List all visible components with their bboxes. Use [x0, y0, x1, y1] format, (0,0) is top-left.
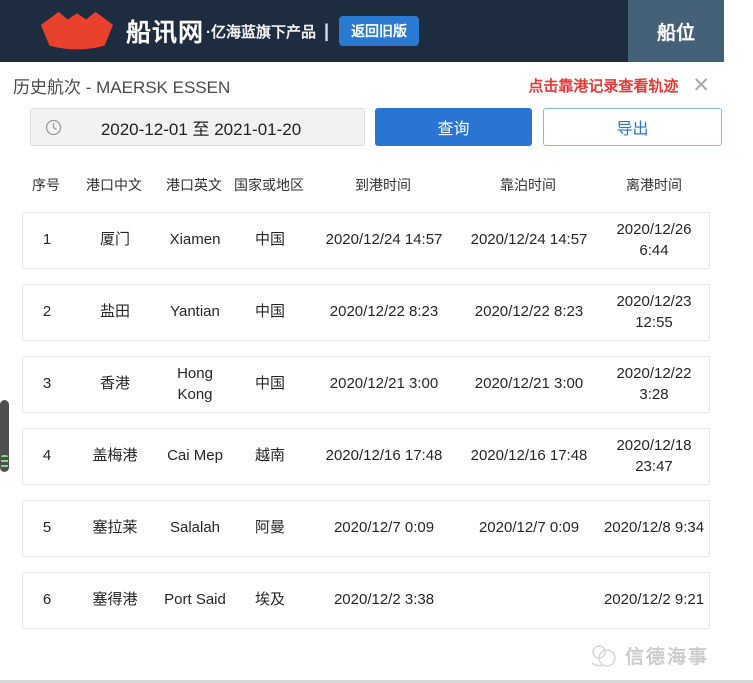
- export-button[interactable]: 导出: [543, 108, 722, 146]
- cell-seq: 6: [23, 584, 71, 616]
- table-row[interactable]: 2 盐田 Yantian 中国 2020/12/22 8:23 2020/12/…: [22, 284, 710, 341]
- app-header: 船讯网 ·亿海蓝旗下产品 | 返回旧版 船位: [0, 0, 724, 62]
- cell-port-en: Yantian: [159, 296, 231, 328]
- cell-seq: 1: [23, 224, 71, 256]
- col-header-berth: 靠泊时间: [458, 175, 598, 195]
- col-header-seq: 序号: [22, 175, 70, 195]
- cell-country: 阿曼: [231, 512, 309, 544]
- cell-arrival: 2020/12/2 3:38: [309, 584, 459, 616]
- cell-port-cn: 塞得港: [71, 584, 159, 616]
- cell-seq: 5: [23, 512, 71, 544]
- table-header-row: 序号 港口中文 港口英文 国家或地区 到港时间 靠泊时间 离港时间: [22, 175, 710, 195]
- date-range-value: 2020-12-01 至 2021-01-20: [62, 115, 364, 140]
- brand-suffix: ·亿海蓝旗下产品: [206, 21, 316, 42]
- voyage-table-body: 1 厦门 Xiamen 中国 2020/12/24 14:57 2020/12/…: [22, 212, 710, 629]
- cell-port-en: Salalah: [159, 512, 231, 544]
- cell-port-en: Cai Mep: [159, 440, 231, 472]
- drag-handle-stripes: [1, 455, 8, 468]
- cell-arrival: 2020/12/7 0:09: [309, 512, 459, 544]
- clock-icon: [45, 119, 62, 136]
- watermark-logo-icon: [589, 643, 619, 669]
- cell-berth: [459, 595, 599, 607]
- brand-divider: |: [324, 21, 329, 42]
- brand-name: 船讯网: [126, 13, 204, 49]
- cell-departure: 2020/12/22 3:28: [599, 358, 709, 411]
- cell-berth: 2020/12/21 3:00: [459, 368, 599, 400]
- cell-port-cn: 香港: [71, 368, 159, 400]
- table-row[interactable]: 4 盖梅港 Cai Mep 越南 2020/12/16 17:48 2020/1…: [22, 428, 710, 485]
- col-header-departure: 离港时间: [598, 175, 710, 195]
- panel-title-row: 历史航次 - MAERSK ESSEN 点击靠港记录查看轨迹 ✕: [0, 70, 724, 100]
- cell-arrival: 2020/12/24 14:57: [309, 224, 459, 256]
- cell-berth: 2020/12/7 0:09: [459, 512, 599, 544]
- cell-arrival: 2020/12/16 17:48: [309, 440, 459, 472]
- query-controls: 2020-12-01 至 2021-01-20 查询 导出: [0, 108, 724, 146]
- cell-seq: 4: [23, 440, 71, 472]
- table-row[interactable]: 3 香港 Hong Kong 中国 2020/12/21 3:00 2020/1…: [22, 356, 710, 413]
- cell-country: 中国: [231, 296, 309, 328]
- cell-departure: 2020/12/8 9:34: [599, 512, 709, 544]
- table-row[interactable]: 5 塞拉莱 Salalah 阿曼 2020/12/7 0:09 2020/12/…: [22, 500, 710, 557]
- cell-port-cn: 厦门: [71, 224, 159, 256]
- date-range-input[interactable]: 2020-12-01 至 2021-01-20: [30, 108, 365, 146]
- cell-departure: 2020/12/18 23:47: [599, 430, 709, 483]
- table-row[interactable]: 6 塞得港 Port Said 埃及 2020/12/2 3:38 2020/1…: [22, 572, 710, 629]
- cell-port-cn: 盐田: [71, 296, 159, 328]
- cell-berth: 2020/12/16 17:48: [459, 440, 599, 472]
- cell-port-cn: 盖梅港: [71, 440, 159, 472]
- cell-port-en: Xiamen: [159, 224, 231, 256]
- drag-handle[interactable]: [0, 400, 9, 472]
- table-row[interactable]: 1 厦门 Xiamen 中国 2020/12/24 14:57 2020/12/…: [22, 212, 710, 269]
- cell-port-en: Port Said: [159, 584, 231, 616]
- col-header-arrival: 到港时间: [308, 175, 458, 195]
- cell-country: 埃及: [231, 584, 309, 616]
- col-header-port-en: 港口英文: [158, 175, 230, 195]
- cell-departure: 2020/12/26 6:44: [599, 214, 709, 267]
- cell-berth: 2020/12/22 8:23: [459, 296, 599, 328]
- cell-country: 越南: [231, 440, 309, 472]
- cell-seq: 2: [23, 296, 71, 328]
- cell-departure: 2020/12/2 9:21: [599, 584, 709, 616]
- watermark-text: 信德海事: [625, 642, 709, 669]
- page-title: 历史航次 - MAERSK ESSEN: [13, 73, 230, 98]
- back-to-old-version-button[interactable]: 返回旧版: [339, 16, 419, 46]
- cell-berth: 2020/12/24 14:57: [459, 224, 599, 256]
- boat-logo-icon: [38, 8, 116, 54]
- cell-country: 中国: [231, 368, 309, 400]
- tab-ship-position[interactable]: 船位: [628, 0, 724, 62]
- cell-arrival: 2020/12/22 8:23: [309, 296, 459, 328]
- cell-port-en: Hong Kong: [159, 358, 231, 411]
- cell-arrival: 2020/12/21 3:00: [309, 368, 459, 400]
- cell-seq: 3: [23, 368, 71, 400]
- cell-country: 中国: [231, 224, 309, 256]
- col-header-country: 国家或地区: [230, 175, 308, 195]
- cell-port-cn: 塞拉莱: [71, 512, 159, 544]
- watermark: 信德海事: [589, 642, 709, 669]
- close-icon[interactable]: ✕: [692, 75, 710, 96]
- query-button[interactable]: 查询: [375, 108, 532, 146]
- track-hint-text: 点击靠港记录查看轨迹: [528, 75, 678, 96]
- col-header-port-cn: 港口中文: [70, 175, 158, 195]
- cell-departure: 2020/12/23 12:55: [599, 286, 709, 339]
- history-voyage-panel: 船讯网 ·亿海蓝旗下产品 | 返回旧版 船位 历史航次 - MAERSK ESS…: [0, 0, 753, 683]
